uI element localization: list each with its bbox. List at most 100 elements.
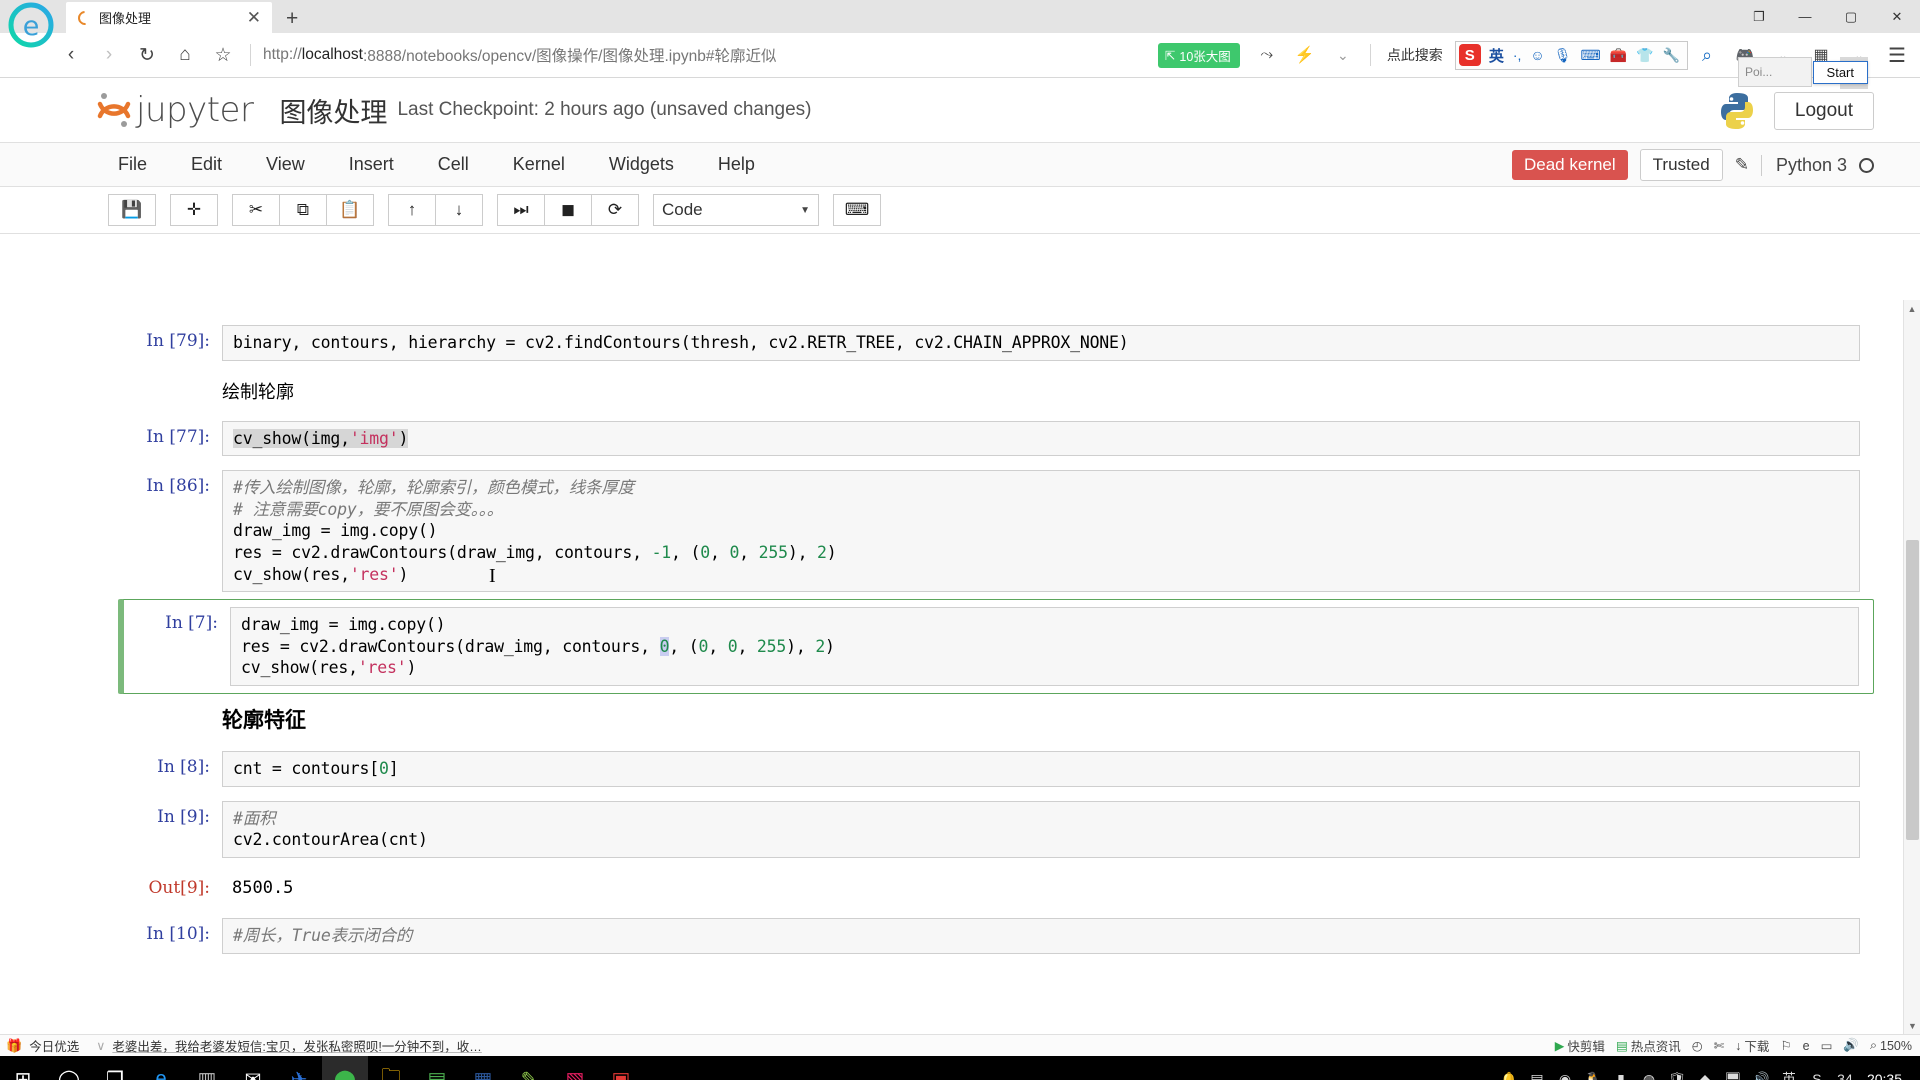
save-button[interactable]: 💾 xyxy=(108,194,156,226)
menu-edit[interactable]: Edit xyxy=(169,154,244,175)
word-app[interactable]: ▦ xyxy=(460,1056,506,1080)
store-app[interactable]: ▥ xyxy=(184,1056,230,1080)
status-flag-icon[interactable]: ⚐ xyxy=(1780,1038,1791,1053)
notebook-scroll-area[interactable]: In [79]: binary, contours, hierarchy = cv… xyxy=(0,300,1920,1034)
forward-icon[interactable]: › xyxy=(90,36,128,74)
home-icon[interactable]: ⌂ xyxy=(166,36,204,74)
code-cell[interactable]: In [9]: #面积 cv2.contourArea(cnt) xyxy=(118,794,1874,865)
code-cell[interactable]: In [79]: binary, contours, hierarchy = cv… xyxy=(118,318,1874,368)
scroll-down-arrow-icon[interactable]: ▼ xyxy=(1904,1017,1920,1034)
insert-cell-button[interactable]: ✛ xyxy=(170,194,218,226)
code-input-area[interactable]: #面积 cv2.contourArea(cnt) xyxy=(222,800,1860,858)
shield-icon[interactable]: 🛡 xyxy=(1663,1056,1691,1080)
page-vertical-scrollbar[interactable]: ▲ ▼ xyxy=(1903,300,1920,1034)
code-input-area[interactable]: #传入绘制图像，轮廓，轮廓索引，颜色模式，线条厚度 # 注意需要copy，要不原图… xyxy=(222,470,1860,593)
copy-button[interactable]: ⧉ xyxy=(279,194,327,226)
paste-button[interactable]: 📋 xyxy=(326,194,374,226)
pdf-app[interactable]: ▣ xyxy=(598,1056,644,1080)
share-icon[interactable]: ⤳ xyxy=(1248,36,1286,74)
ime-punctuation-icon[interactable]: ·, xyxy=(1509,47,1526,63)
code-cell[interactable]: In [10]: #周长，True表示闭合的 xyxy=(118,911,1874,961)
task-view-button[interactable]: ❐ xyxy=(92,1056,138,1080)
move-cell-up-button[interactable]: ↑ xyxy=(388,194,436,226)
image-count-badge[interactable]: ⇱ 10张大图 xyxy=(1157,42,1240,68)
favorite-star-icon[interactable]: ☆ xyxy=(204,36,242,74)
code-input-area[interactable]: binary, contours, hierarchy = cv2.findCo… xyxy=(222,325,1860,361)
edit-pencil-icon[interactable]: ✎ xyxy=(1735,155,1749,175)
run-cell-button[interactable]: ⏭ xyxy=(497,194,545,226)
volume-icon[interactable]: 🔊 xyxy=(1747,1056,1775,1080)
ime-settings-icon[interactable]: 🔧 xyxy=(1659,47,1684,64)
browser-tab[interactable]: 图像处理 ✕ xyxy=(66,2,272,33)
trusted-badge[interactable]: Trusted xyxy=(1639,149,1723,181)
ime-voice-icon[interactable]: 🎙 xyxy=(1550,47,1576,64)
tab-close-icon[interactable]: ✕ xyxy=(242,9,266,26)
command-palette-button[interactable]: ⌨ xyxy=(833,194,881,226)
status-zoom[interactable]: ⌕ 150% xyxy=(1870,1038,1912,1053)
menu-file[interactable]: File xyxy=(96,154,169,175)
status-snip-icon[interactable]: ✄ xyxy=(1714,1038,1724,1053)
menu-cell[interactable]: Cell xyxy=(416,154,491,175)
window-maximize-button[interactable]: ▢ xyxy=(1828,0,1874,33)
search-hint-button[interactable]: 点此搜索 xyxy=(1379,45,1451,65)
wechat-icon[interactable]: ◍ xyxy=(1635,1056,1663,1080)
ime-skin-icon[interactable]: 👕 xyxy=(1632,47,1657,64)
sogou-logo-icon[interactable]: S xyxy=(1458,44,1481,66)
window-close-button[interactable]: ✕ xyxy=(1874,0,1920,33)
restart-kernel-button[interactable]: ⟳ xyxy=(591,194,639,226)
code-input-area[interactable]: #周长，True表示闭合的 xyxy=(222,917,1860,954)
news-headline[interactable]: 老婆出差，我给老婆发短信:宝贝，发张私密照呗!一分钟不到，收… xyxy=(112,1036,481,1055)
paint-app[interactable]: ✎ xyxy=(506,1056,552,1080)
interrupt-kernel-button[interactable]: ◼ xyxy=(544,194,592,226)
window-restore-button[interactable]: ❐ xyxy=(1736,0,1782,33)
daily-deals-label[interactable]: 今日优选 xyxy=(29,1036,79,1055)
menu-kernel[interactable]: Kernel xyxy=(491,154,587,175)
ime-toolbox-icon[interactable]: 🧰 xyxy=(1606,47,1631,64)
cut-button[interactable]: ✂ xyxy=(232,194,280,226)
picture-app[interactable]: ▧ xyxy=(552,1056,598,1080)
badge-count[interactable]: 34 xyxy=(1831,1056,1859,1080)
address-bar[interactable]: http://localhost:8888/notebooks/opencv/图… xyxy=(259,40,1158,70)
scrollbar-thumb[interactable] xyxy=(1906,540,1919,840)
reload-icon[interactable]: ↻ xyxy=(128,36,166,74)
dead-kernel-badge[interactable]: Dead kernel xyxy=(1512,150,1628,180)
status-hot-news[interactable]: ▤ 热点资讯 xyxy=(1616,1036,1681,1055)
cell-type-select[interactable]: Code ▼ xyxy=(653,194,819,226)
status-history-icon[interactable]: ◴ xyxy=(1692,1038,1703,1053)
markdown-cell[interactable]: 绘制轮廓 xyxy=(118,368,1874,414)
code-input-area[interactable]: cv_show(img,'img') xyxy=(222,420,1860,457)
mail-app[interactable]: ✉ xyxy=(230,1056,276,1080)
output-cell[interactable]: Out[9]: 8500.5 xyxy=(118,865,1874,911)
explorer-app[interactable]: 🗀 xyxy=(368,1056,414,1080)
editor-app[interactable]: ▤ xyxy=(414,1056,460,1080)
markdown-cell[interactable]: 轮廓特征 xyxy=(118,694,1874,744)
ime-keyboard-icon[interactable]: ⌨ xyxy=(1576,47,1604,64)
code-cell[interactable]: In [77]: cv_show(img,'img') xyxy=(118,414,1874,464)
network-icon[interactable]: 🖥 xyxy=(1719,1056,1747,1080)
code-cell[interactable]: In [86]: #传入绘制图像，轮廓，轮廓索引，颜色模式，线条厚度 # 注意需要c… xyxy=(118,463,1874,599)
back-icon[interactable]: ‹ xyxy=(52,36,90,74)
ime-mode-chinese[interactable]: 英 xyxy=(1485,45,1508,66)
sogou-tray[interactable]: S xyxy=(1803,1056,1831,1080)
status-volume-icon[interactable]: 🔊 xyxy=(1843,1038,1859,1053)
logout-button[interactable]: Logout xyxy=(1773,91,1874,130)
code-cell[interactable]: In [8]: cnt = contours[0] xyxy=(118,744,1874,794)
chevron-down-icon[interactable]: ⌄ xyxy=(1324,36,1362,74)
status-download[interactable]: ↓ 下载 xyxy=(1735,1036,1769,1055)
news-expand-icon[interactable]: ∨ xyxy=(96,1038,105,1053)
menu-view[interactable]: View xyxy=(244,154,327,175)
notebook-title[interactable]: 图像处理 xyxy=(279,91,387,130)
start-button[interactable]: ⊞ xyxy=(0,1056,46,1080)
status-quick-editor[interactable]: ▶ 快剪辑 xyxy=(1555,1036,1605,1055)
window-minimize-button[interactable]: — xyxy=(1782,0,1828,33)
new-tab-button[interactable]: + xyxy=(286,7,298,31)
menu-insert[interactable]: Insert xyxy=(327,154,416,175)
foxmail-app[interactable]: ✈ xyxy=(276,1056,322,1080)
search-icon[interactable]: ⌕ xyxy=(1688,36,1726,74)
edge-app[interactable]: e xyxy=(138,1056,184,1080)
security-icon[interactable]: ◆ xyxy=(1691,1056,1719,1080)
usb-icon[interactable]: ▮ xyxy=(1607,1056,1635,1080)
move-cell-down-button[interactable]: ↓ xyxy=(435,194,483,226)
menu-help[interactable]: Help xyxy=(696,154,777,175)
code-input-area[interactable]: cnt = contours[0] xyxy=(222,751,1860,787)
